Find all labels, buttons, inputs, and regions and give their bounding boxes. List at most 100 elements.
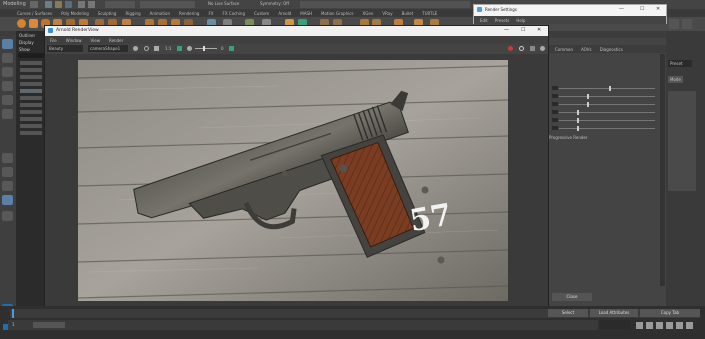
shelf-tab[interactable]: Arnold: [278, 11, 291, 16]
outliner-display-menu[interactable]: Display: [19, 40, 34, 45]
shelf-tab[interactable]: XGen: [363, 11, 374, 16]
attribute-field[interactable]: [552, 118, 558, 122]
mode-button[interactable]: Mode: [668, 76, 683, 83]
list-item[interactable]: [20, 68, 42, 72]
step-forward-key-button[interactable]: [676, 322, 683, 329]
range-bar[interactable]: [33, 322, 65, 328]
shelf-tab[interactable]: FX Caching: [223, 11, 245, 16]
tab-diagnostics[interactable]: Diagnostics: [600, 47, 623, 52]
shelf-tab[interactable]: Custom: [254, 11, 269, 16]
menu-window[interactable]: Window: [66, 38, 82, 43]
go-to-start-button[interactable]: [636, 322, 643, 329]
maximize-button[interactable]: ☐: [521, 27, 525, 33]
list-item[interactable]: [20, 103, 42, 107]
save-scene-icon[interactable]: [65, 1, 72, 8]
ratio-label[interactable]: 1:1: [165, 46, 171, 51]
list-item[interactable]: [20, 89, 42, 93]
minimize-button[interactable]: —: [619, 6, 624, 12]
aov-dropdown[interactable]: Beauty: [47, 45, 83, 52]
close-button[interactable]: ✕: [656, 6, 660, 12]
attribute-editor-icon[interactable]: [682, 19, 692, 29]
snapshot-icon[interactable]: [530, 46, 535, 51]
shelf-tab[interactable]: Sculpting: [98, 11, 117, 16]
search-icon[interactable]: [2, 211, 13, 221]
layout-single-icon[interactable]: [2, 153, 13, 163]
workspace-menu[interactable]: Modeling: [3, 1, 26, 7]
attribute-slider[interactable]: [559, 128, 655, 129]
layout-four-icon[interactable]: [2, 167, 13, 177]
redo-icon[interactable]: [88, 1, 95, 8]
minimize-button[interactable]: —: [504, 27, 509, 33]
current-time-indicator[interactable]: [12, 309, 14, 318]
play-forward-button[interactable]: [666, 322, 673, 329]
gear-icon[interactable]: [540, 46, 545, 51]
attribute-slider[interactable]: [559, 96, 655, 97]
shelf-tab[interactable]: VRay: [382, 11, 392, 16]
layout-two-icon[interactable]: [2, 181, 13, 191]
attribute-slider[interactable]: [559, 88, 655, 89]
attribute-field[interactable]: [552, 94, 558, 98]
maximize-button[interactable]: ☐: [640, 6, 644, 12]
layout-outliner-icon[interactable]: [2, 195, 13, 205]
menu-item[interactable]: Presets: [495, 18, 510, 23]
list-item[interactable]: [20, 117, 42, 121]
shelf-tab[interactable]: TURTLE: [422, 11, 437, 16]
slider-handle[interactable]: [587, 102, 589, 107]
move-tool-icon[interactable]: [2, 81, 13, 91]
paint-select-icon[interactable]: [2, 67, 13, 77]
shelf-tab[interactable]: Bullet: [402, 11, 414, 16]
range-slider[interactable]: 1: [8, 320, 598, 330]
tab-common[interactable]: Common: [555, 47, 573, 52]
close-button[interactable]: ✕: [537, 27, 541, 33]
attribute-field[interactable]: [552, 126, 558, 130]
symmetry-label[interactable]: Symmetry: Off: [260, 1, 289, 6]
list-item[interactable]: [20, 96, 42, 100]
lasso-tool-icon[interactable]: [2, 53, 13, 63]
refresh-render-icon[interactable]: [519, 46, 524, 51]
attribute-field[interactable]: [552, 102, 558, 106]
cube-icon[interactable]: [29, 19, 38, 28]
outliner-search-input[interactable]: [18, 53, 44, 58]
current-frame-field[interactable]: [600, 320, 630, 329]
shelf-tab[interactable]: FX: [208, 11, 213, 16]
undo-icon[interactable]: [78, 1, 85, 8]
list-item[interactable]: [20, 61, 42, 65]
sphere-icon[interactable]: [17, 19, 26, 28]
menu-view[interactable]: View: [90, 38, 100, 43]
list-item[interactable]: [20, 110, 42, 114]
region-icon[interactable]: [154, 46, 159, 51]
camera-dropdown[interactable]: cameraShape1: [88, 45, 128, 52]
slider-handle[interactable]: [203, 46, 205, 51]
menu-file[interactable]: File: [50, 38, 57, 43]
go-to-end-button[interactable]: [686, 322, 693, 329]
load-attributes-button[interactable]: Load Attributes: [590, 309, 638, 317]
list-item[interactable]: [20, 131, 42, 135]
shelf-tab[interactable]: Curves / Surfaces: [17, 11, 52, 16]
shelf-tab[interactable]: Rigging: [125, 11, 140, 16]
render-icons[interactable]: [300, 1, 470, 8]
slider-handle[interactable]: [587, 94, 589, 99]
render-image[interactable]: 57: [78, 60, 508, 301]
menu-item[interactable]: Edit: [480, 18, 488, 23]
stop-render-icon[interactable]: [508, 46, 513, 51]
slider-handle[interactable]: [577, 110, 579, 115]
new-scene-icon[interactable]: [45, 1, 52, 8]
slider-handle[interactable]: [577, 126, 579, 131]
exposure-slider[interactable]: [195, 48, 217, 49]
open-scene-icon[interactable]: [55, 1, 62, 8]
start-frame[interactable]: 1: [12, 322, 15, 327]
shelf-tab[interactable]: Motion Graphics: [321, 11, 354, 16]
select-tool-icon[interactable]: [2, 39, 13, 49]
snap-icons[interactable]: [140, 1, 195, 8]
display-settings-icon[interactable]: [229, 46, 234, 51]
shelf-tab[interactable]: Poly Modeling: [61, 11, 89, 16]
attribute-slider[interactable]: [559, 112, 655, 113]
tab-aovs[interactable]: AOVs: [581, 47, 592, 52]
attribute-list[interactable]: [668, 91, 696, 191]
exposure-icon[interactable]: [187, 46, 192, 51]
shelf-tab[interactable]: Rendering: [179, 11, 199, 16]
menu-render[interactable]: Render: [109, 38, 123, 43]
step-back-key-button[interactable]: [646, 322, 653, 329]
channel-rgb-icon[interactable]: [133, 46, 138, 51]
menu-chevron-icon[interactable]: [30, 1, 38, 8]
